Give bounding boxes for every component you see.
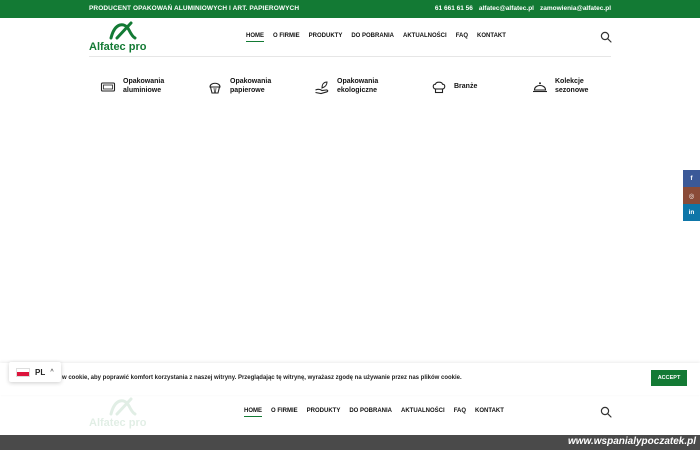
instagram-icon[interactable]: ◎ (683, 187, 700, 204)
cookie-text: w cookie, aby poprawić komfort korzystan… (62, 375, 462, 381)
cookie-banner: w cookie, aby poprawić komfort korzystan… (0, 363, 700, 395)
watermark-strip: www.wspanialypoczatek.pl (0, 435, 700, 450)
category-eco[interactable]: Opakowania ekologiczne (314, 72, 378, 102)
cookie-accept-button[interactable]: ACCEPT (651, 370, 687, 386)
phone-link[interactable]: 61 661 61 56 (435, 5, 473, 12)
sticky-nav-downloads[interactable]: DO POBRANIA (349, 408, 392, 417)
logo-mark-icon (109, 21, 137, 40)
category-eco-line2: ekologiczne (337, 87, 378, 94)
sticky-logo-text: Alfatec pro (89, 417, 147, 429)
nav-news[interactable]: AKTUALNOŚCI (403, 33, 447, 42)
nav-faq[interactable]: FAQ (456, 33, 468, 42)
tagline: PRODUCENT OPAKOWAŃ ALUMINIOWYCH I ART. P… (89, 5, 300, 12)
poland-flag-icon (16, 367, 30, 377)
category-eco-line1: Opakowania (337, 78, 379, 86)
chevron-up-icon: ^ (50, 369, 54, 375)
category-paper[interactable]: Opakowania papierowe (207, 72, 271, 102)
category-paper-line1: Opakowania (230, 78, 272, 86)
sticky-nav-contact[interactable]: KONTAKT (475, 408, 504, 417)
category-industries-line1: Branże (454, 82, 478, 90)
sticky-nav-faq[interactable]: FAQ (454, 408, 466, 417)
nav-about[interactable]: O FIRMIE (273, 33, 300, 42)
sticky-nav-about[interactable]: O FIRMIE (271, 408, 298, 417)
category-bar: Opakowania aluminiowe Opakowania papierowe… (89, 72, 611, 102)
nav-contact[interactable]: KONTAKT (477, 33, 506, 42)
logo-text: Alfatec pro (89, 41, 147, 53)
cloche-icon (533, 82, 547, 93)
sticky-logo-mark-icon (109, 397, 137, 416)
category-paper-line2: papierowe (230, 87, 265, 94)
language-switcher[interactable]: PL ^ (9, 362, 61, 382)
main-nav: HOME O FIRMIE PRODUKTY DO POBRANIA AKTUA… (246, 33, 506, 42)
category-industries[interactable]: Branże (431, 72, 477, 102)
sticky-nav: HOME O FIRMIE PRODUKTY DO POBRANIA AKTUA… (244, 408, 504, 417)
sticky-header: Alfatec pro HOME O FIRMIE PRODUKTY DO PO… (0, 395, 700, 435)
category-aluminum[interactable]: Opakowania aluminiowe (100, 72, 164, 102)
category-seasonal-line1: Kolekcje (555, 78, 584, 86)
tray-icon (100, 82, 116, 92)
main-header: Alfatec pro HOME O FIRMIE PRODUKTY DO PO… (0, 18, 700, 56)
category-seasonal[interactable]: Kolekcje sezonowe (532, 72, 588, 102)
sticky-nav-news[interactable]: AKTUALNOŚCI (401, 408, 445, 417)
contact-info: 61 661 61 56 alfatec@alfatec.pl zamowien… (435, 5, 611, 12)
category-aluminum-line2: aluminiowe (123, 87, 162, 94)
sticky-nav-home[interactable]: HOME (244, 408, 262, 417)
chef-hat-icon (432, 81, 446, 94)
nav-downloads[interactable]: DO POBRANIA (351, 33, 394, 42)
language-code: PL (35, 367, 46, 377)
email-link-orders[interactable]: zamowienia@alfatec.pl (540, 5, 611, 12)
site-logo[interactable]: Alfatec pro (89, 20, 159, 56)
linkedin-icon[interactable]: in (683, 204, 700, 221)
category-seasonal-line2: sezonowe (555, 87, 589, 94)
category-aluminum-line1: Opakowania (123, 78, 165, 86)
watermark-text: www.wspanialypoczatek.pl (568, 436, 696, 447)
eco-hand-icon (315, 81, 329, 95)
search-icon[interactable] (600, 31, 612, 43)
facebook-icon[interactable]: f (683, 170, 700, 187)
top-bar: PRODUCENT OPAKOWAŃ ALUMINIOWYCH I ART. P… (0, 0, 700, 18)
header-divider (89, 56, 611, 57)
social-sidebar: f ◎ in (683, 170, 700, 221)
sticky-search-icon[interactable] (600, 406, 612, 418)
sticky-nav-products[interactable]: PRODUKTY (307, 408, 341, 417)
email-link-alfatec[interactable]: alfatec@alfatec.pl (479, 5, 534, 12)
sticky-logo[interactable]: Alfatec pro (89, 396, 159, 432)
nav-products[interactable]: PRODUKTY (309, 33, 343, 42)
cupcake-icon (209, 82, 221, 94)
nav-home[interactable]: HOME (246, 33, 264, 42)
